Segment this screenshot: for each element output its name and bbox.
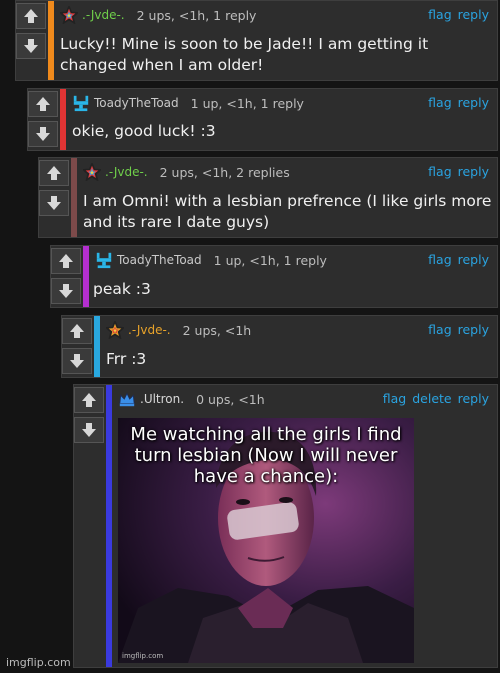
meme-image[interactable]: Me watching all the girls I find turn le… [118,418,414,663]
upvote-button[interactable] [39,160,69,186]
flag-link[interactable]: flag [428,322,451,337]
delete-link[interactable]: delete [412,391,451,406]
upvote-button[interactable] [62,318,92,344]
comment-text: peak :3 [93,280,151,298]
arrow-down-icon [59,284,73,298]
username[interactable]: .-Jvde-. [105,165,148,179]
pixel-creature-icon [73,95,89,112]
downvote-button[interactable] [62,348,92,374]
flag-link[interactable]: flag [428,95,451,110]
comment-2: ToadyTheToad 1 up, <1h, 1 reply flag repl… [27,88,498,151]
username[interactable]: .Ultron. [140,392,184,406]
username[interactable]: .-Jvde-. [128,323,171,337]
reply-link[interactable]: reply [458,95,489,110]
username[interactable]: ToadyTheToad [94,96,179,110]
arrow-up-icon [36,97,50,111]
upvote-button[interactable] [51,248,81,274]
downvote-button[interactable] [74,417,104,443]
comment-meta: 2 ups, <1h, 2 replies [159,164,290,180]
comment-text: Lucky!! Mine is soon to be Jade!! I am g… [60,35,429,74]
downvote-button[interactable] [16,33,46,59]
comment-actions: flag reply [422,7,489,22]
username[interactable]: ToadyTheToad [117,253,202,267]
downvote-button[interactable] [51,278,81,304]
arrow-down-icon [70,354,84,368]
comment-actions: flag reply [422,252,489,267]
flag-link[interactable]: flag [428,164,451,179]
meme-watermark: imgflip.com [122,652,164,660]
meme-caption: Me watching all the girls I find turn le… [130,424,402,487]
comment-4: ToadyTheToad 1 up, <1h, 1 reply flag repl… [50,245,498,308]
comment-meta: 1 up, <1h, 1 reply [213,252,327,268]
downvote-button[interactable] [39,190,69,216]
reply-link[interactable]: reply [458,391,489,406]
comment-3: .-Jvde-. 2 ups, <1h, 2 replies flag reply… [38,157,498,238]
comment-6: .Ultron. 0 ups, <1h flag delete reply Me… [73,384,498,668]
upvote-button[interactable] [74,387,104,413]
star-badge-icon [60,6,78,24]
flag-link[interactable]: flag [428,7,451,22]
arrow-up-icon [70,324,84,338]
comment-text: okie, good luck! :3 [72,122,216,140]
star-badge-icon [83,163,101,181]
arrow-down-icon [24,39,38,53]
thread-bar [71,158,77,237]
reply-link[interactable]: reply [458,322,489,337]
comment-text: Frr :3 [106,350,147,368]
flag-link[interactable]: flag [428,252,451,267]
star-badge-icon [106,321,124,339]
comment-meta: 0 ups, <1h [196,391,265,407]
comment-actions: flag reply [422,164,489,179]
comment-5: .-Jvde-. 2 ups, <1h flag reply Frr :3 [61,315,498,378]
thread-bar [48,1,54,80]
site-watermark: imgflip.com [6,656,71,669]
comment-actions: flag delete reply [377,391,489,406]
downvote-button[interactable] [28,121,58,147]
pixel-creature-icon [96,252,112,269]
comment-actions: flag reply [422,322,489,337]
thread-bar [83,246,89,307]
reply-link[interactable]: reply [458,7,489,22]
arrow-up-icon [59,254,73,268]
thread-bar [94,316,100,377]
flag-link[interactable]: flag [383,391,406,406]
arrow-up-icon [24,9,38,23]
comment-actions: flag reply [422,95,489,110]
arrow-up-icon [82,393,96,407]
arrow-down-icon [36,127,50,141]
comment-meta: 2 ups, <1h, 1 reply [136,7,257,23]
arrow-down-icon [82,423,96,437]
thread-bar [106,385,112,667]
arrow-up-icon [47,166,61,180]
upvote-button[interactable] [16,3,46,29]
comment-meta: 1 up, <1h, 1 reply [190,95,304,111]
reply-link[interactable]: reply [458,164,489,179]
arrow-down-icon [47,196,61,210]
reply-link[interactable]: reply [458,252,489,267]
upvote-button[interactable] [28,91,58,117]
thread-bar [60,89,66,150]
username[interactable]: .-Jvde-. [82,8,125,22]
comment-meta: 2 ups, <1h [182,322,252,338]
comment-1: .-Jvde-. 2 ups, <1h, 1 reply flag reply L… [15,0,498,81]
comment-text: I am Omni! with a lesbian prefrence (I l… [83,192,492,231]
crown-icon [119,392,135,407]
